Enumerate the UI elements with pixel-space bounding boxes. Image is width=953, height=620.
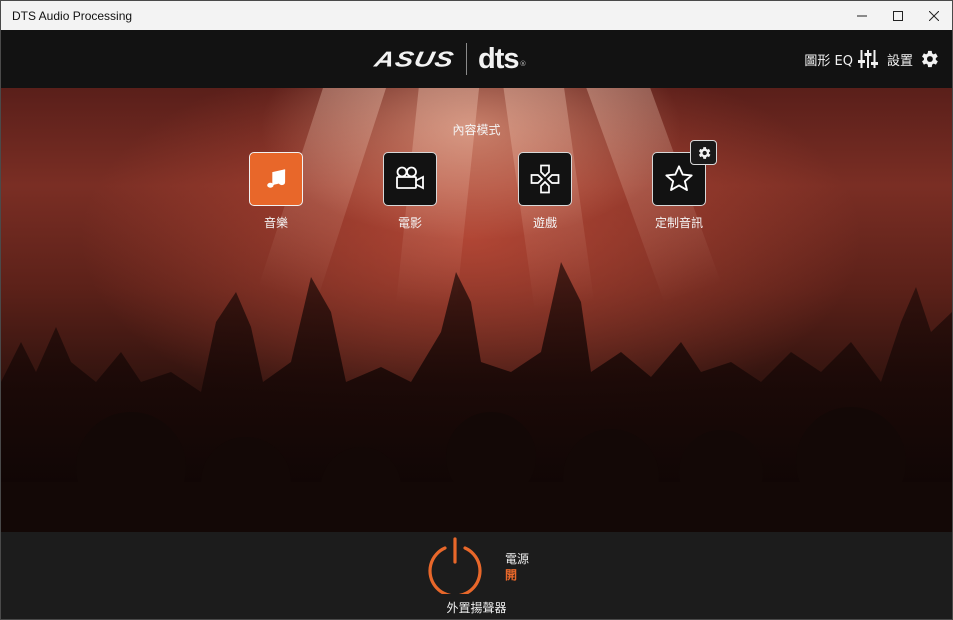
music-note-icon: [267, 169, 286, 188]
gear-icon: [698, 146, 710, 159]
mode-custom-label: 定制音訊: [654, 216, 703, 230]
movie-camera-icon: [396, 166, 424, 190]
minimize-button[interactable]: [844, 1, 880, 30]
star-icon: [665, 165, 693, 191]
maximize-button[interactable]: [880, 1, 916, 30]
content-mode-panel: 內容模式 音樂 電影 遊戲 定制音訊: [1, 88, 952, 532]
mode-movie-label: 電影: [397, 216, 422, 230]
close-icon: [929, 10, 939, 21]
mode-movie-tile[interactable]: [383, 152, 437, 206]
power-bar: 電源 開 外置揚聲器: [1, 532, 952, 619]
title-bar[interactable]: DTS Audio Processing: [1, 1, 952, 30]
power-icon: [428, 537, 482, 598]
close-button[interactable]: [916, 1, 952, 30]
window-title: DTS Audio Processing: [12, 8, 133, 23]
crowd-silhouette: [1, 262, 952, 532]
mode-game-tile[interactable]: [518, 152, 572, 206]
asus-logo: ASUS: [372, 46, 457, 71]
brand-logos: ASUS dts ®: [372, 42, 527, 76]
mode-game-label: 遊戲: [532, 216, 557, 230]
settings-label[interactable]: 設置: [887, 50, 913, 69]
dts-trademark: ®: [519, 60, 527, 68]
custom-mode-settings-button[interactable]: [690, 140, 717, 165]
mode-music-label: 音樂: [263, 216, 288, 230]
content-mode-title: 內容模式: [452, 123, 501, 137]
app-window: DTS Audio Processing ASUS dts ® 圖形 EQ 設置…: [0, 0, 953, 620]
logo-divider: [466, 43, 468, 75]
power-button[interactable]: [426, 536, 484, 598]
mode-music-tile[interactable]: [249, 152, 303, 206]
app-header: ASUS dts ® 圖形 EQ 設置: [1, 30, 952, 88]
header-actions: 圖形 EQ 設置: [804, 47, 940, 71]
minimize-icon: [857, 15, 867, 16]
gamepad-icon: [530, 164, 560, 194]
power-state: 開: [505, 568, 518, 582]
equalizer-sliders-icon: [857, 50, 878, 68]
mode-game-button[interactable]: 遊戲: [505, 152, 585, 231]
mode-custom-button[interactable]: 定制音訊: [639, 140, 719, 231]
graphic-eq-button[interactable]: [857, 49, 878, 69]
gear-icon: [922, 50, 938, 68]
maximize-icon: [893, 10, 903, 21]
output-device-name: 外置揚聲器: [446, 601, 507, 615]
graphic-eq-label[interactable]: 圖形 EQ: [804, 50, 853, 69]
settings-button[interactable]: [918, 48, 940, 70]
mode-music-button[interactable]: 音樂: [236, 152, 316, 231]
mode-movie-button[interactable]: 電影: [370, 152, 450, 231]
dts-logo: dts: [478, 42, 519, 75]
power-label: 電源: [505, 552, 530, 566]
